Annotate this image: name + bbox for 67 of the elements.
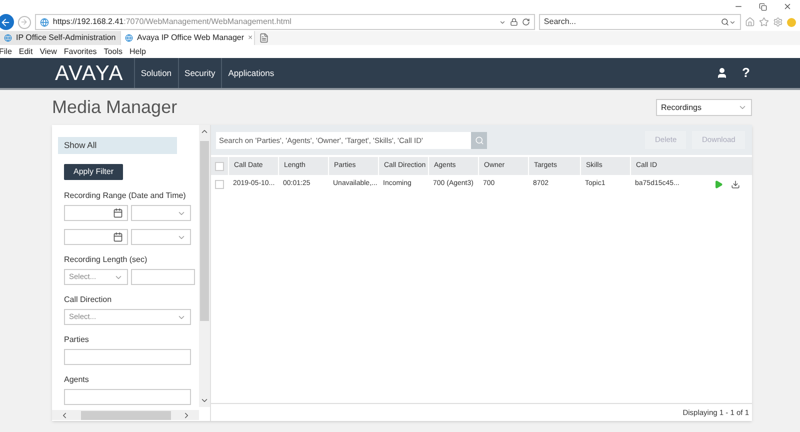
- menu-item[interactable]: Tools: [104, 46, 122, 58]
- address-bar[interactable]: https://192.168.2.41:7070/WebManagement/WebManagement.html: [34, 14, 535, 30]
- download-icon: [731, 180, 740, 188]
- field-label: Recording Length (sec): [64, 255, 148, 266]
- new-tab-icon: [259, 33, 269, 43]
- menu-item[interactable]: Edit: [18, 46, 33, 58]
- user-icon: [716, 67, 728, 79]
- chevron-up-icon: [200, 127, 209, 136]
- chevron-right-icon: [182, 410, 191, 420]
- field-label: Agents: [64, 375, 90, 386]
- row-checkbox[interactable]: [215, 180, 224, 188]
- refresh-icon: [522, 18, 530, 26]
- nav-item[interactable]: Solution: [134, 58, 178, 88]
- search-icon: [474, 136, 484, 144]
- menu-item[interactable]: File: [0, 46, 12, 58]
- time-select[interactable]: [131, 229, 191, 246]
- chevron-left-icon: [60, 410, 69, 420]
- date-field[interactable]: [64, 229, 128, 246]
- agents-field[interactable]: [64, 389, 191, 406]
- logo: AVAYA: [55, 62, 124, 84]
- vertical-scrollbar[interactable]: [199, 125, 210, 407]
- search-icon: [721, 18, 730, 26]
- field-label: Parties: [64, 335, 90, 346]
- globe-icon: [125, 34, 133, 42]
- date-field[interactable]: [64, 205, 128, 222]
- globe-icon: [4, 34, 12, 42]
- calendar-icon: [113, 208, 123, 218]
- time-select[interactable]: [131, 205, 191, 222]
- arrow-right-icon: [20, 18, 28, 26]
- chevron-down-icon: [738, 103, 747, 112]
- page-title: Media Manager: [52, 96, 178, 119]
- settings-icon: [773, 17, 784, 27]
- show-all-button[interactable]: Show All: [58, 137, 177, 154]
- browser-tab[interactable]: IP Office Self-Administration: [0, 31, 122, 45]
- search-input[interactable]: Search...: [544, 16, 722, 28]
- star-icon: [759, 17, 770, 27]
- url-text: https://192.168.2.41:7070/WebManagement/WebManagement.html: [52, 16, 292, 28]
- restore-icon: [759, 2, 767, 10]
- apply-filter-button[interactable]: Apply Filter: [64, 164, 123, 180]
- length-field[interactable]: [131, 269, 195, 286]
- dropdown-icon: [729, 18, 736, 26]
- tab-close[interactable]: ×: [248, 32, 253, 44]
- browser-tab[interactable]: Avaya IP Office Web Manager ×: [120, 31, 255, 45]
- home-icon: [745, 17, 756, 27]
- search-button[interactable]: [471, 132, 487, 148]
- back-button[interactable]: [0, 14, 14, 30]
- search-field[interactable]: Search...: [538, 14, 742, 30]
- close-icon: [783, 2, 792, 11]
- horizontal-scrollbar[interactable]: [52, 410, 199, 420]
- dropdown-icon: [498, 18, 506, 26]
- view-select[interactable]: Recordings: [656, 99, 752, 116]
- nav-item[interactable]: Applications: [221, 58, 280, 88]
- parties-field[interactable]: [64, 349, 191, 366]
- lock-icon: [510, 18, 518, 26]
- menu-item[interactable]: Favorites: [64, 46, 97, 58]
- select-all-checkbox[interactable]: [215, 162, 224, 170]
- field-label: Call Direction: [64, 295, 113, 306]
- nav-item[interactable]: Security: [178, 58, 222, 88]
- help-button[interactable]: ?: [742, 58, 750, 88]
- arrow-left-icon: [0, 16, 12, 28]
- chevron-down-icon: [200, 396, 209, 405]
- menu-item[interactable]: View: [40, 46, 57, 58]
- field-label: Recording Range (Date and Time): [64, 191, 186, 202]
- globe-icon: [40, 18, 49, 26]
- menu-item[interactable]: Help: [129, 46, 146, 58]
- play-icon: [714, 180, 723, 188]
- calendar-icon: [113, 232, 123, 242]
